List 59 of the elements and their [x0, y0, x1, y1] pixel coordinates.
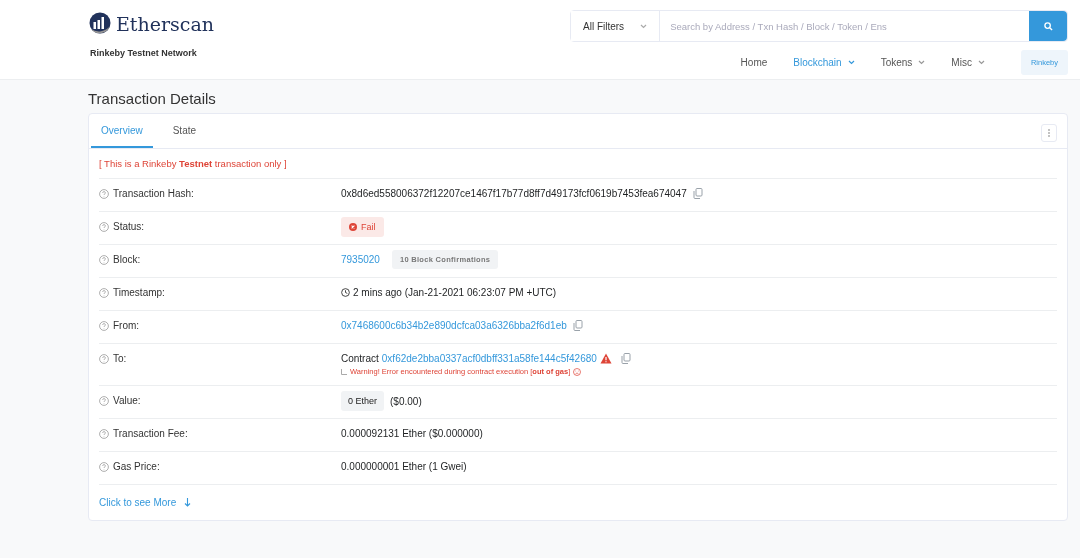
testnet-notice: [ This is a Rinkeby Testnet transaction only ] [99, 149, 1057, 179]
brand-name: Etherscan [116, 13, 215, 35]
nav-item[interactable]: Home [730, 51, 778, 74]
nav-item[interactable]: Tokens [870, 51, 936, 74]
see-more-link[interactable]: Click to see More [99, 485, 192, 520]
copy-icon[interactable] [620, 353, 631, 364]
help-icon [99, 254, 109, 265]
down-arrow-icon [184, 498, 192, 507]
block-link[interactable]: 7935020 [341, 254, 380, 265]
field-label: Transaction Fee: [113, 428, 188, 439]
ether-badge: 0 Ether [341, 391, 385, 411]
contract-label: Contract [341, 353, 379, 364]
network-label: Rinkeby Testnet Network [89, 48, 198, 58]
hash-text: 0x8d6ed558006372f12207ce1467f17b77d8ff7d49173fcf0619b7453fea674047 [341, 188, 687, 199]
timestamp-text: 2 mins ago (Jan-21-2021 06:23:07 PM +UTC) [353, 287, 557, 298]
status-badge: Fail [341, 217, 384, 237]
field-label: Transaction Hash: [113, 188, 194, 199]
nav-item[interactable]: Blockchain [783, 51, 865, 74]
logo-icon [88, 12, 112, 36]
search-icon [1043, 21, 1053, 31]
field-label: Timestamp: [113, 287, 165, 298]
field-label: Gas Price: [113, 461, 160, 472]
caret-icon [918, 60, 926, 65]
field-label: Value: [113, 395, 141, 406]
copy-icon[interactable] [572, 320, 583, 331]
value-text: 0.000092131 Ether ($0.000000) [341, 428, 483, 439]
address-link[interactable]: 0x7468600c6b34b2e890dcfca03a6326bba2f6d1eb [341, 320, 567, 331]
sad-face-icon [573, 367, 582, 376]
more-options-button[interactable] [1041, 124, 1057, 142]
tab[interactable]: State [162, 114, 207, 148]
filter-dropdown[interactable]: All Filters [571, 11, 661, 41]
help-icon [99, 461, 109, 472]
help-icon [99, 428, 109, 439]
usd-value: ($0.00) [390, 395, 422, 407]
warning-icon [599, 353, 612, 364]
caret-icon [847, 60, 855, 65]
page-title: Transaction Details [88, 90, 217, 107]
tab[interactable]: Overview [91, 114, 153, 148]
clock-icon [341, 288, 350, 297]
contract-link[interactable]: 0xf62de2bba0337acf0dbff331a58fe144c5f42680 [381, 353, 597, 364]
error-icon [349, 223, 357, 231]
help-icon [99, 395, 109, 406]
help-icon [99, 221, 109, 232]
value-text: 0.000000001 Ether (1 Gwei) [341, 461, 467, 472]
caret-icon [977, 60, 985, 65]
corner-icon [341, 368, 347, 375]
field-label: To: [113, 353, 127, 364]
nav-item[interactable]: Misc [941, 51, 995, 74]
field-label: From: [113, 320, 140, 331]
help-icon [99, 353, 109, 364]
help-icon [99, 320, 109, 331]
search-field[interactable]: All Filters Search by Address / Txn Hash / Block / Token / Ens [570, 10, 1068, 42]
field-label: Block: [113, 254, 141, 265]
field-label: Status: [113, 221, 145, 232]
caret-icon [640, 23, 648, 29]
search-button[interactable] [1029, 11, 1067, 41]
copy-icon[interactable] [692, 188, 703, 199]
help-icon [99, 287, 109, 298]
help-icon [99, 188, 109, 199]
